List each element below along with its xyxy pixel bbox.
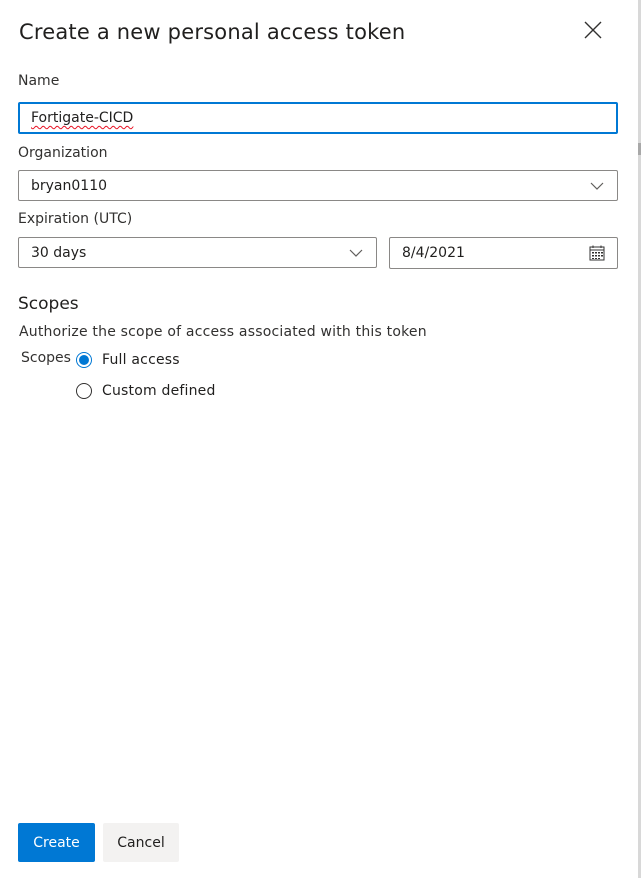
dialog-title: Create a new personal access token — [19, 20, 406, 44]
expiration-value: 30 days — [31, 244, 87, 261]
cancel-button[interactable]: Cancel — [103, 823, 179, 862]
chevron-down-icon — [577, 171, 617, 200]
expiration-date-value: 8/4/2021 — [402, 245, 465, 261]
close-icon — [584, 21, 602, 43]
scope-option-label: Full access — [102, 352, 180, 368]
radio-button-checked[interactable] — [76, 352, 92, 368]
create-button[interactable]: Create — [18, 823, 95, 862]
name-input-value: Fortigate-CICD — [31, 110, 134, 126]
close-button[interactable] — [578, 17, 608, 47]
organization-dropdown[interactable]: bryan0110 — [18, 170, 618, 201]
scopes-group-label: Scopes — [21, 350, 71, 366]
scopes-description: Authorize the scope of access associated… — [19, 324, 427, 340]
expiration-date-input[interactable]: 8/4/2021 — [389, 237, 618, 269]
chevron-down-icon — [336, 238, 376, 267]
scope-option-full-access[interactable]: Full access — [76, 352, 180, 368]
organization-value: bryan0110 — [31, 177, 108, 194]
calendar-icon[interactable] — [577, 238, 617, 268]
create-token-dialog: Create a new personal access token Name … — [0, 0, 641, 878]
expiration-dropdown[interactable]: 30 days — [18, 237, 377, 268]
radio-button[interactable] — [76, 383, 92, 399]
name-input[interactable]: Fortigate-CICD — [18, 102, 618, 134]
scopes-section-title: Scopes — [18, 294, 79, 314]
expiration-label: Expiration (UTC) — [18, 211, 133, 227]
organization-label: Organization — [18, 145, 108, 161]
scope-option-label: Custom defined — [102, 383, 216, 399]
scope-option-custom-defined[interactable]: Custom defined — [76, 383, 216, 399]
name-label: Name — [18, 73, 60, 89]
